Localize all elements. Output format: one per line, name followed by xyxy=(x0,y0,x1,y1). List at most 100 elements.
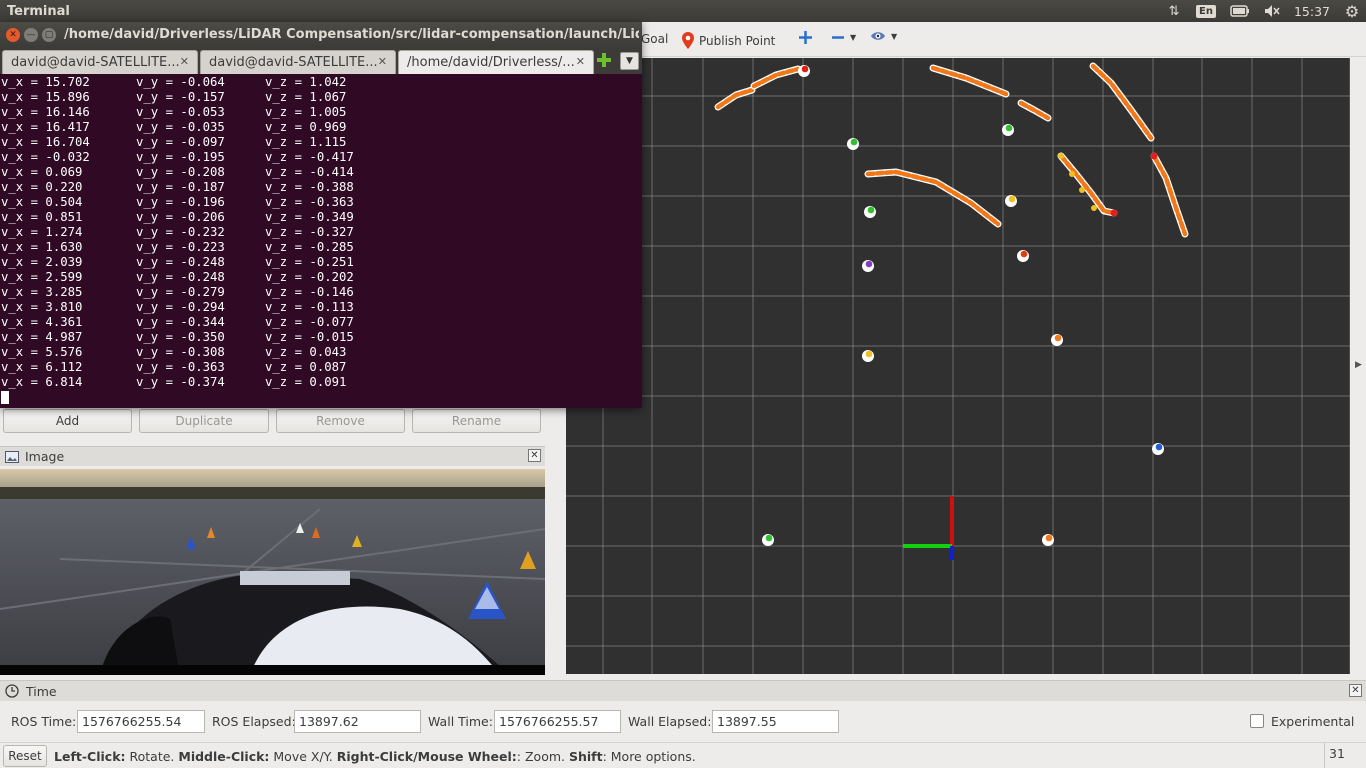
cone-point xyxy=(1069,171,1075,177)
help-text: : More options. xyxy=(602,749,696,764)
velocity-x-value: v_x = 6.814 xyxy=(1,375,83,389)
velocity-z-value: v_z = -0.015 xyxy=(265,330,354,344)
close-window-icon[interactable]: ✕ xyxy=(6,28,20,42)
new-tab-plus-icon[interactable] xyxy=(596,52,612,71)
velocity-z-value: v_z = -0.417 xyxy=(265,150,354,164)
terminal-title: /home/david/Driverless/LiDAR Compensatio… xyxy=(64,27,639,42)
velocity-x-value: v_x = 1.630 xyxy=(1,240,83,254)
rename-button[interactable]: Rename xyxy=(412,409,541,433)
terminal-output[interactable]: v_x = 15.702 v_y = -0.064 v_z = 1.042 v_x =… xyxy=(0,74,642,408)
gear-icon[interactable]: ⚙ xyxy=(1344,2,1360,21)
tab-menu-chevron-down-icon[interactable]: ▼ xyxy=(620,52,639,70)
velocity-x-value: v_x = 16.704 xyxy=(1,135,90,149)
tab-label: /home/david/Driverless/... xyxy=(407,55,575,70)
cone-track xyxy=(1018,100,1051,121)
velocity-z-value: v_z = 1.042 xyxy=(265,75,347,89)
map-pin-icon xyxy=(682,32,694,49)
velocity-x-value: v_x = 0.504 xyxy=(1,195,83,209)
velocity-x-value: v_x = 2.599 xyxy=(1,270,83,284)
tab-label: david@david-SATELLITE... xyxy=(209,55,378,70)
terminal-tab-1[interactable]: david@david-SATELLITE... ✕ xyxy=(2,50,198,74)
image-panel-icon xyxy=(5,450,19,463)
wall-elapsed-field[interactable]: 13897.55 xyxy=(712,710,839,733)
terminal-tab-3[interactable]: /home/david/Driverless/... ✕ xyxy=(398,50,594,74)
fps-counter: 31 fps xyxy=(1324,743,1366,768)
add-button[interactable]: Add xyxy=(3,409,132,433)
track-end-point xyxy=(1150,152,1158,160)
keyboard-layout-indicator[interactable]: En xyxy=(1196,4,1216,18)
expand-right-arrow-icon[interactable]: ▶ xyxy=(1355,360,1362,370)
velocity-z-value: v_z = -0.251 xyxy=(265,255,354,269)
velocity-x-value: v_x = 0.220 xyxy=(1,180,83,194)
maximize-window-icon[interactable]: ▢ xyxy=(42,28,56,42)
velocity-y-value: v_y = -0.294 xyxy=(136,300,225,314)
velocity-y-value: v_y = -0.344 xyxy=(136,315,225,329)
velocity-y-value: v_y = -0.196 xyxy=(136,195,225,209)
terminal-titlebar[interactable]: ✕ — ▢ /home/david/Driverless/LiDAR Compe… xyxy=(0,22,642,48)
velocity-z-value: v_z = 1.067 xyxy=(265,90,347,104)
camera-image-view xyxy=(0,469,545,675)
velocity-x-value: v_x = 16.417 xyxy=(1,120,90,134)
velocity-z-value: v_z = -0.285 xyxy=(265,240,354,254)
view-options-button[interactable]: ▼ xyxy=(870,30,897,42)
publish-point-tool[interactable]: Publish Point xyxy=(682,32,775,49)
ros-elapsed-field[interactable]: 13897.62 xyxy=(294,710,421,733)
velocity-z-value: v_z = -0.077 xyxy=(265,315,354,329)
active-app-title: Terminal xyxy=(7,3,70,19)
rviz-3d-view[interactable] xyxy=(566,58,1350,674)
time-panel-title: Time xyxy=(26,683,57,699)
cone-tracks xyxy=(714,62,1189,238)
point-cloud-scene xyxy=(566,58,1350,674)
velocity-z-value: v_z = -0.363 xyxy=(265,195,354,209)
cone-marker-color xyxy=(1005,124,1013,132)
close-icon[interactable]: ✕ xyxy=(528,449,541,462)
ros-time-label: ROS Time: xyxy=(11,714,77,729)
cone-track xyxy=(930,65,1009,97)
volume-muted-icon[interactable] xyxy=(1264,3,1280,19)
reset-button[interactable]: Reset xyxy=(3,745,47,767)
close-tab-icon[interactable]: ✕ xyxy=(576,55,585,68)
help-text: Move X/Y. xyxy=(269,749,337,764)
remove-button[interactable]: Remove xyxy=(276,409,405,433)
experimental-checkbox[interactable] xyxy=(1250,714,1264,728)
ros-time-field[interactable]: 1576766255.54 xyxy=(77,710,205,733)
close-tab-icon[interactable]: ✕ xyxy=(180,55,189,68)
velocity-y-value: v_y = -0.187 xyxy=(136,180,225,194)
wall-time-field[interactable]: 1576766255.57 xyxy=(494,710,621,733)
velocity-y-value: v_y = -0.206 xyxy=(136,210,225,224)
velocity-y-value: v_y = -0.097 xyxy=(136,135,225,149)
track-end-point xyxy=(1110,209,1118,217)
add-tool-button[interactable] xyxy=(798,30,813,45)
velocity-x-value: v_x = 0.069 xyxy=(1,165,83,179)
goal-tool[interactable]: Goal xyxy=(641,32,668,46)
cone-marker-color xyxy=(865,260,873,268)
remove-tool-button[interactable]: ▼ xyxy=(831,30,856,45)
close-icon[interactable]: ✕ xyxy=(1349,684,1362,697)
velocity-z-value: v_z = -0.327 xyxy=(265,225,354,239)
clock[interactable]: 15:37 xyxy=(1294,4,1330,19)
close-tab-icon[interactable]: ✕ xyxy=(378,55,387,68)
help-key: Right-Click/Mouse Wheel: xyxy=(336,749,517,764)
plus-icon xyxy=(799,31,812,44)
ros-elapsed-label: ROS Elapsed: xyxy=(212,714,296,729)
battery-icon[interactable] xyxy=(1230,3,1250,19)
cone-marker-color xyxy=(801,65,809,73)
minimize-window-icon[interactable]: — xyxy=(24,28,38,42)
velocity-y-value: v_y = -0.308 xyxy=(136,345,225,359)
cone-track xyxy=(1151,153,1188,237)
status-bar: Reset Left-Click: Rotate. Middle-Click: … xyxy=(0,742,1366,768)
network-arrows-icon[interactable]: ⇅ xyxy=(1166,3,1182,19)
cone-marker-color xyxy=(1155,443,1163,451)
velocity-y-value: v_y = -0.248 xyxy=(136,270,225,284)
terminal-window[interactable]: ✕ — ▢ /home/david/Driverless/LiDAR Compe… xyxy=(0,22,642,408)
velocity-z-value: v_z = 1.005 xyxy=(265,105,347,119)
duplicate-button[interactable]: Duplicate xyxy=(139,409,269,433)
cone-marker-color xyxy=(867,206,875,214)
terminal-tab-2[interactable]: david@david-SATELLITE... ✕ xyxy=(200,50,396,74)
velocity-z-value: v_z = 0.969 xyxy=(265,120,347,134)
chevron-down-icon: ▼ xyxy=(891,31,898,41)
velocity-y-value: v_y = -0.232 xyxy=(136,225,225,239)
mouse-help-text: Left-Click: Rotate. Middle-Click: Move X… xyxy=(54,749,696,764)
experimental-label: Experimental xyxy=(1271,714,1355,729)
velocity-y-value: v_y = -0.350 xyxy=(136,330,225,344)
